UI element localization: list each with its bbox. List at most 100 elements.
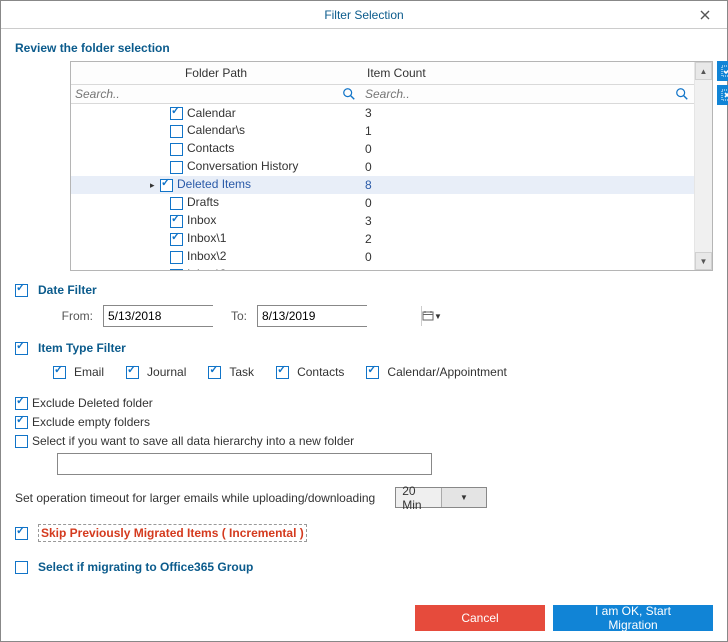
scroll-track[interactable] <box>695 80 712 252</box>
folder-checkbox[interactable] <box>170 251 183 264</box>
folder-checkbox[interactable] <box>170 197 183 210</box>
table-row[interactable]: ▸Deleted Items8 <box>71 176 694 194</box>
folder-checkbox[interactable] <box>170 269 183 270</box>
task-checkbox[interactable] <box>208 366 221 379</box>
calendar-checkbox[interactable] <box>366 366 379 379</box>
start-migration-button[interactable]: I am OK, Start Migration <box>553 605 713 631</box>
skip-migrated-checkbox[interactable] <box>15 527 28 540</box>
folder-label: Deleted Items <box>177 177 251 191</box>
table-row[interactable]: Calendar 3 <box>71 104 694 122</box>
folder-checkbox[interactable] <box>170 143 183 156</box>
x-icon <box>721 89 728 101</box>
window-title: Filter Selection <box>324 8 403 22</box>
dialog-buttons: Cancel I am OK, Start Migration <box>1 597 727 641</box>
folder-checkbox[interactable] <box>170 107 183 120</box>
journal-label: Journal <box>147 365 186 379</box>
table-row[interactable]: Contacts0 <box>71 140 694 158</box>
timeout-row: Set operation timeout for larger emails … <box>15 487 713 508</box>
item-count: 3 <box>361 212 694 230</box>
folder-checkbox[interactable] <box>170 215 183 228</box>
select-all-button[interactable] <box>717 61 728 81</box>
item-count: 0 <box>361 140 694 158</box>
folder-checkbox[interactable] <box>160 179 173 192</box>
folder-checkbox[interactable] <box>170 161 183 174</box>
scroll-up-icon[interactable]: ▲ <box>695 62 712 80</box>
folder-label: Inbox\2 <box>187 249 226 263</box>
folder-label: Drafts <box>187 195 219 209</box>
calendar-icon[interactable] <box>421 306 434 326</box>
col-header-path[interactable]: Folder Path <box>71 62 361 85</box>
folder-section-header: Review the folder selection <box>15 41 713 55</box>
table-row[interactable]: Conversation History0 <box>71 158 694 176</box>
office365-row: Select if migrating to Office365 Group <box>15 560 713 574</box>
exclude-deleted-checkbox[interactable] <box>15 397 28 410</box>
item-type-filter-checkbox[interactable] <box>15 342 28 355</box>
save-hierarchy-checkbox[interactable] <box>15 435 28 448</box>
skip-migrated-row: Skip Previously Migrated Items ( Increme… <box>15 524 713 542</box>
search-input-count[interactable] <box>365 87 674 101</box>
boolean-filters: Exclude Deleted folder Exclude empty fol… <box>15 393 713 487</box>
table-row[interactable]: Calendar\s 1 <box>71 122 694 140</box>
dialog-content: Review the folder selection Folder Path … <box>1 29 727 597</box>
journal-checkbox[interactable] <box>126 366 139 379</box>
email-checkbox[interactable] <box>53 366 66 379</box>
folder-label: Calendar\s <box>187 123 245 137</box>
item-count: 0 <box>361 158 694 176</box>
folder-grid: Folder Path Item Count <box>70 61 713 271</box>
task-label: Task <box>229 365 254 379</box>
item-count: 1 <box>361 122 694 140</box>
to-date-picker[interactable]: ▼ <box>257 305 367 327</box>
exclude-empty-checkbox[interactable] <box>15 416 28 429</box>
calendar-label: Calendar/Appointment <box>387 365 506 379</box>
table-row[interactable]: Inbox\12 <box>71 230 694 248</box>
date-filter-checkbox[interactable] <box>15 284 28 297</box>
date-filter-label: Date Filter <box>38 283 97 297</box>
close-icon <box>700 10 710 20</box>
office365-checkbox[interactable] <box>15 561 28 574</box>
to-label: To: <box>223 309 247 323</box>
folder-label: Calendar <box>187 106 236 120</box>
table-row[interactable]: Drafts0 <box>71 194 694 212</box>
folder-grid-body: Folder Path Item Count <box>71 62 694 270</box>
item-count: 2 <box>361 230 694 248</box>
folder-label: Inbox <box>187 213 216 227</box>
item-type-filter-label: Item Type Filter <box>38 341 126 355</box>
save-hierarchy-label: Select if you want to save all data hier… <box>32 434 354 448</box>
new-folder-input[interactable] <box>57 453 432 475</box>
expander-icon[interactable]: ▸ <box>150 180 160 191</box>
close-button[interactable] <box>683 1 727 29</box>
contacts-checkbox[interactable] <box>276 366 289 379</box>
timeout-value: 20 Min <box>396 484 441 512</box>
table-row[interactable]: Inbox\2 0 <box>71 248 694 266</box>
col-header-count[interactable]: Item Count <box>361 62 694 85</box>
item-type-filter-row: Item Type Filter <box>15 341 713 355</box>
timeout-combobox[interactable]: 20 Min ▼ <box>395 487 487 508</box>
timeout-label: Set operation timeout for larger emails … <box>15 491 375 505</box>
filter-selection-dialog: Filter Selection Review the folder selec… <box>0 0 728 642</box>
item-count: 0 <box>361 248 694 266</box>
contacts-label: Contacts <box>297 365 344 379</box>
item-count-search <box>365 87 690 101</box>
from-label: From: <box>53 309 93 323</box>
table-row[interactable]: Inbox\30 <box>71 266 694 271</box>
to-date-input[interactable] <box>258 306 421 326</box>
folder-checkbox[interactable] <box>170 233 183 246</box>
folder-grid-wrapper: Folder Path Item Count <box>70 61 713 271</box>
chevron-down-icon[interactable]: ▼ <box>434 312 442 321</box>
chevron-down-icon[interactable]: ▼ <box>441 488 487 507</box>
titlebar: Filter Selection <box>1 1 727 29</box>
cancel-button[interactable]: Cancel <box>415 605 545 631</box>
table-row[interactable]: Inbox 3 <box>71 212 694 230</box>
search-icon[interactable] <box>674 87 690 101</box>
item-count: 3 <box>361 104 694 122</box>
search-input-path[interactable] <box>75 87 341 101</box>
grid-scrollbar[interactable]: ▲ ▼ <box>694 62 712 270</box>
item-count: 0 <box>361 266 694 271</box>
folder-checkbox[interactable] <box>170 125 183 138</box>
folder-path-search <box>75 87 357 101</box>
office365-label: Select if migrating to Office365 Group <box>38 560 253 574</box>
deselect-all-button[interactable] <box>717 85 728 105</box>
scroll-down-icon[interactable]: ▼ <box>695 252 712 270</box>
search-icon[interactable] <box>341 87 357 101</box>
from-date-picker[interactable]: ▼ <box>103 305 213 327</box>
